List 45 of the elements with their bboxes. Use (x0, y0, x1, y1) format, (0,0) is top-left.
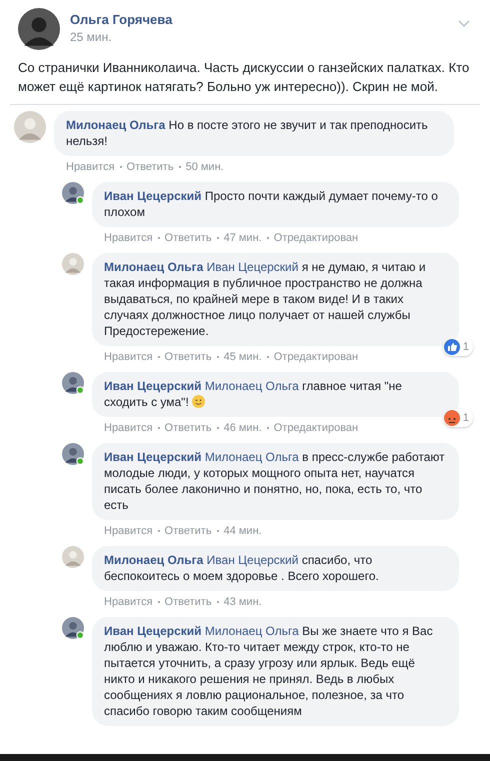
action-link[interactable]: Нравится (104, 596, 153, 608)
separator-dot (216, 237, 219, 239)
separator-dot (266, 237, 269, 239)
action-link[interactable]: Нравится (66, 161, 115, 173)
separator-dot (158, 601, 160, 603)
comment-text: Иван Цецерский Просто почти каждый думает почему-то о плохом (92, 182, 459, 227)
comment-text: Иван Цецерский Милонаец Ольга в пресс-службе работают молодые люди, у которых мощного опыта нет, научатся писать более лаконично и понятно, но, пока, есть то, что есть (92, 443, 459, 520)
separator-dot (158, 530, 160, 532)
separator-dot (216, 530, 219, 532)
separator-dot (216, 601, 219, 603)
comment-time: 50 мин. (186, 161, 224, 173)
separator-dot (266, 356, 269, 358)
separator-dot (178, 166, 181, 168)
avatar[interactable] (18, 8, 60, 50)
angry-face-icon (444, 410, 460, 426)
action-link[interactable]: Ответить (164, 525, 212, 537)
separator-dot (216, 356, 219, 358)
post-text: Со странички Иванниколаича. Часть дискуссии о ганзейских палатках. Кто может ещё картинок натягать? Больно уж интересно)). Скрин не мой. (18, 59, 470, 96)
separator-dot (158, 237, 160, 239)
post-time[interactable]: 25 мин. (70, 30, 448, 44)
comment-text: Милонаец Ольга Но в посте этого не звучит и так преподносить нельзя! (54, 111, 454, 156)
action-link[interactable]: Ответить (164, 232, 212, 244)
separator-dot (216, 427, 219, 429)
author-name[interactable]: Ольга Горячева (70, 12, 448, 27)
avatar[interactable] (62, 617, 84, 639)
separator-dot (158, 427, 160, 429)
edited-label: Отредактирован (274, 232, 358, 244)
separator-dot (266, 427, 269, 429)
reaction-badge[interactable]: 1 (442, 338, 473, 356)
avatar[interactable] (62, 443, 84, 465)
comment-text: Иван Цецерский Милонаец Ольга Вы же знаете что я Вас люблю и уважаю. Кто-то читает между строк, кто-то не пытается уточнить, а сразу угрозу или ярлык. Ведь ещё никто и никакого решения не принял. Ведь в любых сообщениях я ловлю рациональное, полезное, за что спасибо говорю таким сообщениям (92, 617, 459, 726)
comment-time: 47 мин. (224, 232, 262, 244)
like-icon (444, 339, 460, 355)
action-link[interactable]: Нравится (104, 525, 153, 537)
avatar[interactable] (62, 372, 84, 394)
comment-text: Милонаец Ольга Иван Цецерский спасибо, что беспокоитесь о моем здоровье . Всего хорошего. (92, 546, 459, 591)
avatar[interactable] (62, 182, 84, 204)
comment-time: 43 мин. (224, 596, 262, 608)
action-link[interactable]: Ответить (126, 161, 174, 173)
comment-time: 44 мин. (224, 525, 262, 537)
reaction-badge[interactable]: 1 (442, 409, 473, 427)
separator-dot (120, 166, 122, 168)
action-link[interactable]: Нравится (104, 232, 153, 244)
action-link[interactable]: Ответить (164, 596, 212, 608)
separator-dot (158, 356, 160, 358)
